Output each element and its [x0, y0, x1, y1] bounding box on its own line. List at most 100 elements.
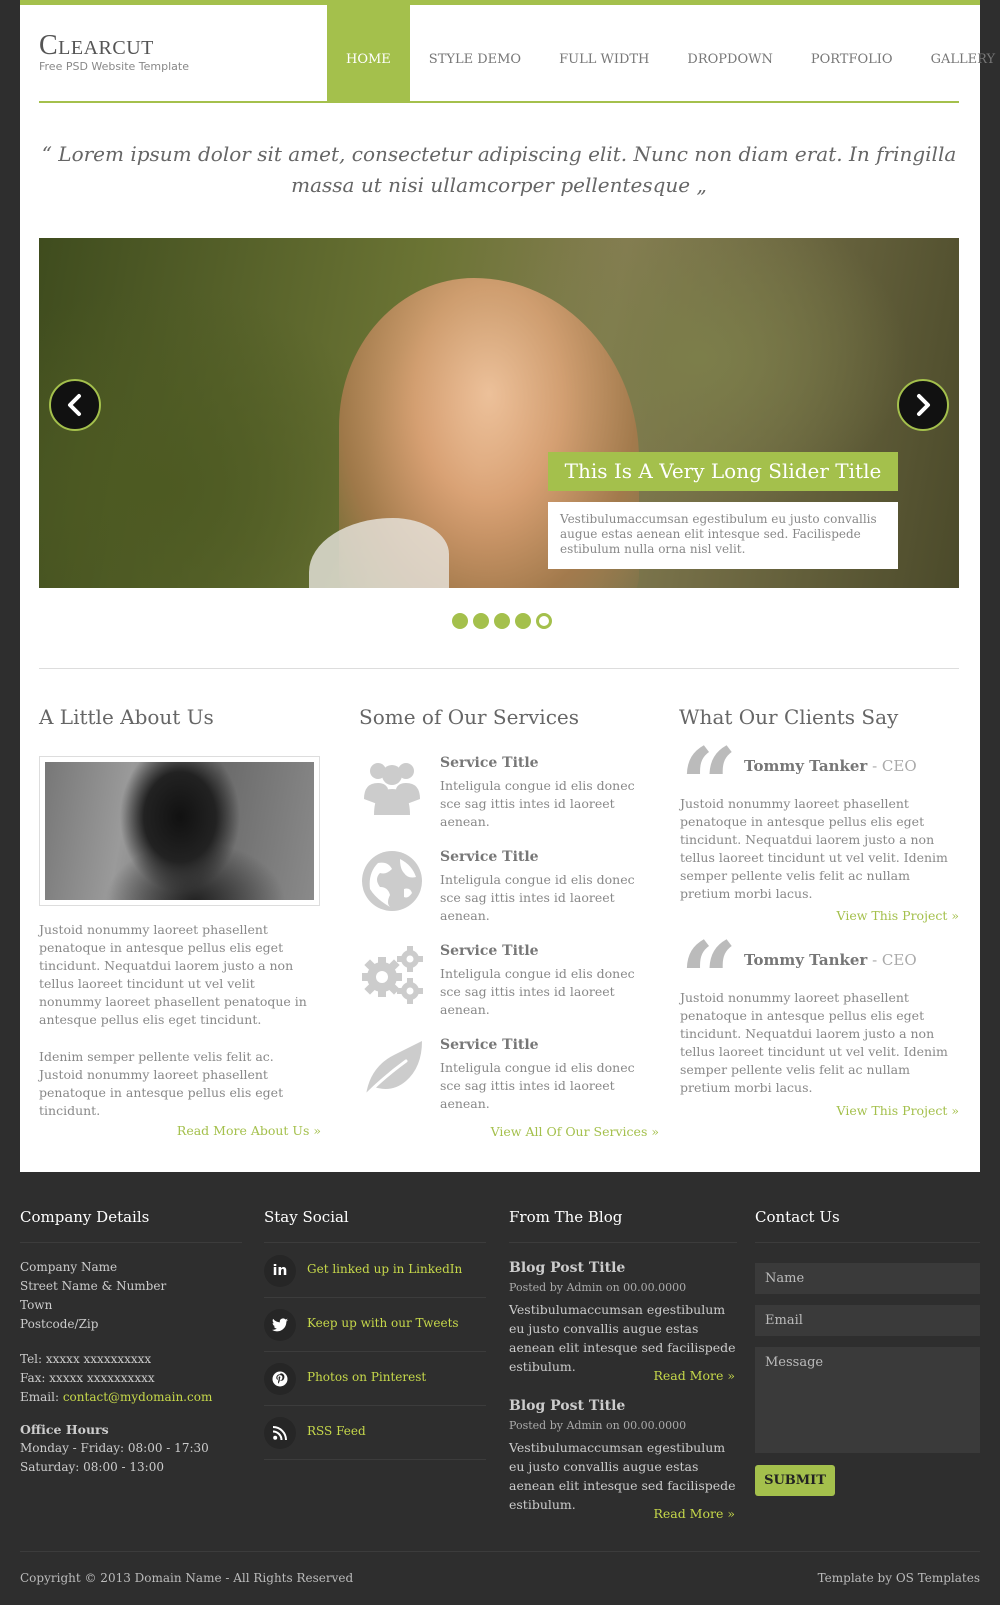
address-line: Postcode/Zip — [20, 1317, 99, 1331]
service-title: Service Title — [440, 849, 539, 865]
service-item: Service Title Inteligula congue id elis … — [360, 1037, 660, 1117]
office-hours-line: Monday - Friday: 08:00 - 17:30 — [20, 1441, 209, 1455]
service-title: Service Title — [440, 1037, 539, 1053]
leaf-icon — [364, 1041, 422, 1097]
blog-post-meta: Posted by Admin on 00.00.0000 — [509, 1419, 687, 1432]
nav-item-full-width[interactable]: Full Width — [540, 5, 668, 102]
chevron-right-icon — [917, 394, 930, 416]
contact-email-field[interactable] — [755, 1305, 980, 1336]
service-text: Inteligula congue id elis donec sce sag … — [440, 966, 635, 1017]
footer-blog-title: From The Blog — [509, 1208, 623, 1226]
social-link-twitter[interactable]: Keep up with our Tweets — [264, 1298, 486, 1352]
globe-icon — [362, 851, 422, 911]
slider-dot[interactable] — [473, 613, 489, 629]
blog-post-meta: Posted by Admin on 00.00.0000 — [509, 1281, 687, 1294]
linkedin-icon: in — [264, 1255, 296, 1287]
service-title: Service Title — [440, 755, 539, 771]
testimonial-name: Tommy Tanker — [744, 757, 868, 775]
contact-message-field[interactable] — [755, 1347, 980, 1453]
social-label: Get linked up in LinkedIn — [307, 1262, 463, 1276]
service-item: Service Title Inteligula congue id elis … — [360, 849, 660, 929]
company-fax: Fax: xxxxx xxxxxxxxxx — [20, 1371, 155, 1385]
pinterest-icon — [264, 1363, 296, 1395]
contact-submit-button[interactable]: SUBMIT — [755, 1465, 835, 1496]
footer-divider — [20, 1242, 242, 1243]
chevron-left-icon — [68, 394, 81, 416]
footer-divider — [264, 1242, 486, 1243]
about-paragraph-1: Justoid nonummy laoreet phasellent penat… — [39, 922, 307, 1027]
company-email-link[interactable]: contact@mydomain.com — [63, 1390, 213, 1404]
footer-company-title: Company Details — [20, 1208, 150, 1226]
address-line: Street Name & Number — [20, 1279, 167, 1293]
footer-divider — [509, 1242, 737, 1243]
blog-post-excerpt: Vestibulumaccumsan egestibulum eu justo … — [509, 1440, 736, 1512]
logo-name[interactable]: Clearcut — [39, 31, 189, 61]
template-credit[interactable]: Template by OS Templates — [818, 1571, 980, 1585]
testimonial: “ Tommy Tanker - CEO Justoid nonummy lao… — [680, 939, 960, 1119]
view-project-link[interactable]: View This Project » — [679, 908, 959, 923]
testimonial-author: Tommy Tanker - CEO — [744, 757, 917, 775]
rss-icon — [264, 1417, 296, 1449]
clients-title: What Our Clients Say — [679, 705, 899, 729]
about-photo-frame — [39, 756, 320, 906]
company-email-line: Email: contact@mydomain.com — [20, 1388, 212, 1407]
blog-post-excerpt: Vestibulumaccumsan egestibulum eu justo … — [509, 1302, 736, 1374]
social-label: RSS Feed — [307, 1424, 366, 1438]
section-divider — [39, 668, 959, 669]
view-all-services-link[interactable]: View All Of Our Services » — [359, 1124, 659, 1139]
contact-name-field[interactable] — [755, 1263, 980, 1294]
users-icon — [364, 763, 420, 815]
slide-image-shoulder — [309, 518, 449, 588]
twitter-icon — [264, 1309, 296, 1341]
about-paragraph-2: Idenim semper pellente velis felit ac. J… — [39, 1049, 284, 1118]
address-line: Town — [20, 1298, 53, 1312]
blog-post-title[interactable]: Blog Post Title — [509, 1398, 625, 1414]
social-label: Keep up with our Tweets — [307, 1316, 459, 1330]
service-text: Inteligula congue id elis donec sce sag … — [440, 1060, 635, 1111]
view-project-link[interactable]: View This Project » — [679, 1103, 959, 1118]
social-link-rss[interactable]: RSS Feed — [264, 1406, 486, 1460]
company-tel: Tel: xxxxx xxxxxxxxxx — [20, 1352, 152, 1366]
testimonial-text: Justoid nonummy laoreet phasellent penat… — [680, 990, 948, 1095]
testimonial-role: - CEO — [867, 757, 917, 775]
read-more-about-link[interactable]: Read More About Us » — [39, 1123, 321, 1138]
slider-dot[interactable] — [515, 613, 531, 629]
page-container: Clearcut Free PSD Website Template Home … — [20, 0, 995, 1172]
footer-social-title: Stay Social — [264, 1208, 349, 1226]
social-label: Photos on Pinterest — [307, 1370, 427, 1384]
slider-next-button[interactable] — [897, 379, 949, 431]
slide-title: This Is A Very Long Slider Title — [548, 452, 898, 491]
slider-dot[interactable] — [494, 613, 510, 629]
about-photo — [45, 762, 314, 900]
nav-item-portfolio[interactable]: Portfolio — [792, 5, 912, 102]
slider-dot[interactable] — [536, 613, 552, 629]
slider-prev-button[interactable] — [49, 379, 101, 431]
logo[interactable]: Clearcut Free PSD Website Template — [39, 31, 189, 74]
nav-item-style-demo[interactable]: Style Demo — [410, 5, 540, 102]
social-link-pinterest[interactable]: Photos on Pinterest — [264, 1352, 486, 1406]
services-title: Some of Our Services — [359, 705, 579, 729]
gears-icon — [362, 946, 423, 1004]
service-title: Service Title — [440, 943, 539, 959]
office-hours-line: Saturday: 08:00 - 13:00 — [20, 1460, 164, 1474]
testimonial: “ Tommy Tanker - CEO Justoid nonummy lao… — [680, 745, 960, 925]
logo-tagline: Free PSD Website Template — [39, 60, 189, 73]
nav-item-gallery[interactable]: Gallery — [912, 5, 1000, 102]
blog-read-more-link[interactable]: Read More » — [509, 1368, 735, 1383]
blog-read-more-link[interactable]: Read More » — [509, 1506, 735, 1521]
company-contact: Tel: xxxxx xxxxxxxxxx Fax: xxxxx xxxxxxx… — [20, 1350, 212, 1407]
testimonial-name: Tommy Tanker — [744, 951, 868, 969]
blog-post-title[interactable]: Blog Post Title — [509, 1260, 625, 1276]
nav-item-dropdown[interactable]: Dropdown — [668, 5, 791, 102]
service-text: Inteligula congue id elis donec sce sag … — [440, 872, 635, 923]
nav-item-home[interactable]: Home — [327, 5, 410, 102]
quote-icon: “ — [680, 939, 738, 989]
main-nav: Home Style Demo Full Width Dropdown Port… — [327, 5, 1000, 102]
about-title: A Little About Us — [39, 705, 214, 729]
social-link-linkedin[interactable]: in Get linked up in LinkedIn — [264, 1244, 486, 1298]
slider-dot[interactable] — [452, 613, 468, 629]
testimonial-text: Justoid nonummy laoreet phasellent penat… — [680, 796, 948, 901]
hero-slider: This Is A Very Long Slider Title Vestibu… — [39, 238, 959, 588]
service-item: Service Title Inteligula congue id elis … — [360, 943, 660, 1023]
address-line: Company Name — [20, 1260, 118, 1274]
